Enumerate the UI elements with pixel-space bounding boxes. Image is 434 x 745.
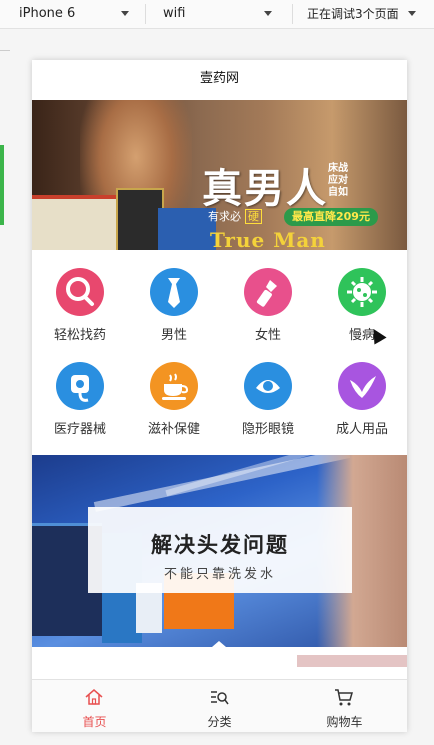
banner-tagline-emphasis: 硬 <box>245 209 262 224</box>
promo-banner-hair[interactable]: 解决头发问题 不能只靠洗发水 <box>32 455 407 647</box>
banner-product-box <box>116 188 164 250</box>
banner-side-line: 应对 <box>328 175 348 186</box>
banner-discount-badge: 最高直降209元 <box>284 208 378 226</box>
tab-cart[interactable]: 购物车 <box>282 680 407 732</box>
tab-label: 购物车 <box>326 715 363 729</box>
device-select-value: iPhone 6 <box>19 6 76 21</box>
banner-headline: 真男人 <box>202 166 328 212</box>
banner-tagline-text: 有求必 <box>208 210 241 223</box>
category-label: 慢病 <box>348 328 375 343</box>
toolbar-divider <box>145 4 146 24</box>
banner-hair-subtitle: 不能只靠洗发水 <box>163 567 276 582</box>
banner-side-line: 自如 <box>328 187 348 198</box>
banner-tagline: 有求必硬 <box>208 208 262 224</box>
banner-product-box <box>32 195 120 250</box>
network-select-value: wifi <box>163 6 186 21</box>
category-search-icon <box>211 691 229 705</box>
category-label: 医疗器械 <box>53 422 106 437</box>
tab-label: 首页 <box>82 715 107 729</box>
tab-home[interactable]: 首页 <box>32 680 157 732</box>
network-select[interactable]: wifi <box>163 0 273 28</box>
category-label: 男性 <box>160 328 187 343</box>
bottom-tab-bar: 首页 分类 购物车 <box>32 679 407 732</box>
medical-device-icon <box>56 362 104 410</box>
home-icon <box>85 689 103 705</box>
category-adult-products[interactable]: 成人用品 <box>322 362 402 437</box>
side-accent-bar <box>0 145 4 225</box>
debug-pages-value: 正在调试3个页面 <box>307 7 399 21</box>
phone-screen: 壹药网 真男人 床战 应对 自如 有求必硬 最高直降209元 True Man … <box>32 60 407 732</box>
banner-hair-title: 解决头发问题 <box>151 533 289 557</box>
next-banner-peek <box>32 647 407 667</box>
category-label: 成人用品 <box>335 422 388 437</box>
category-label: 轻松找药 <box>53 328 106 343</box>
promo-banner-top[interactable]: 真男人 床战 应对 自如 有求必硬 最高直降209元 True Man <box>32 100 407 250</box>
virus-icon <box>338 268 386 316</box>
cart-icon <box>335 689 353 706</box>
category-find-drugs[interactable]: 轻松找药 <box>40 268 120 343</box>
chevron-down-icon <box>264 11 272 16</box>
tie-icon <box>150 268 198 316</box>
search-icon <box>56 268 104 316</box>
category-female[interactable]: 女性 <box>228 268 308 343</box>
simulator-toolbar: iPhone 6 wifi 正在调试3个页面 <box>0 0 434 29</box>
banner-side-line: 床战 <box>328 163 348 174</box>
page-title: 壹药网 <box>32 60 407 100</box>
chevron-down-icon <box>408 11 416 16</box>
category-grid: 轻松找药 男性 女性 慢病 医疗器械 滋补保健 隐形眼镜 成人用品 <box>32 250 407 455</box>
contact-lens-icon <box>244 362 292 410</box>
category-male[interactable]: 男性 <box>134 268 214 343</box>
category-label: 隐形眼镜 <box>241 422 294 437</box>
category-health-supplements[interactable]: 滋补保健 <box>134 362 214 437</box>
tab-label: 分类 <box>207 715 232 729</box>
toolbar-divider <box>292 4 293 24</box>
tab-category[interactable]: 分类 <box>157 680 282 732</box>
debug-pages-select[interactable]: 正在调试3个页面 <box>307 0 427 28</box>
chevron-down-icon <box>121 11 129 16</box>
category-label: 滋补保健 <box>147 422 200 437</box>
bird-icon <box>338 362 386 410</box>
category-chronic[interactable]: 慢病 <box>322 268 402 343</box>
teacup-icon <box>150 362 198 410</box>
banner-english-title: True Man <box>210 228 326 250</box>
next-banner-edge <box>297 655 407 667</box>
device-select[interactable]: iPhone 6 <box>19 0 131 28</box>
category-medical-devices[interactable]: 医疗器械 <box>40 362 120 437</box>
banner-light-streak <box>93 455 351 512</box>
banner-side-lines: 床战 应对 自如 <box>328 163 358 199</box>
side-ruler-tick <box>0 50 10 51</box>
category-label: 女性 <box>254 328 281 343</box>
category-contact-lenses[interactable]: 隐形眼镜 <box>228 362 308 437</box>
lipstick-icon <box>244 268 292 316</box>
